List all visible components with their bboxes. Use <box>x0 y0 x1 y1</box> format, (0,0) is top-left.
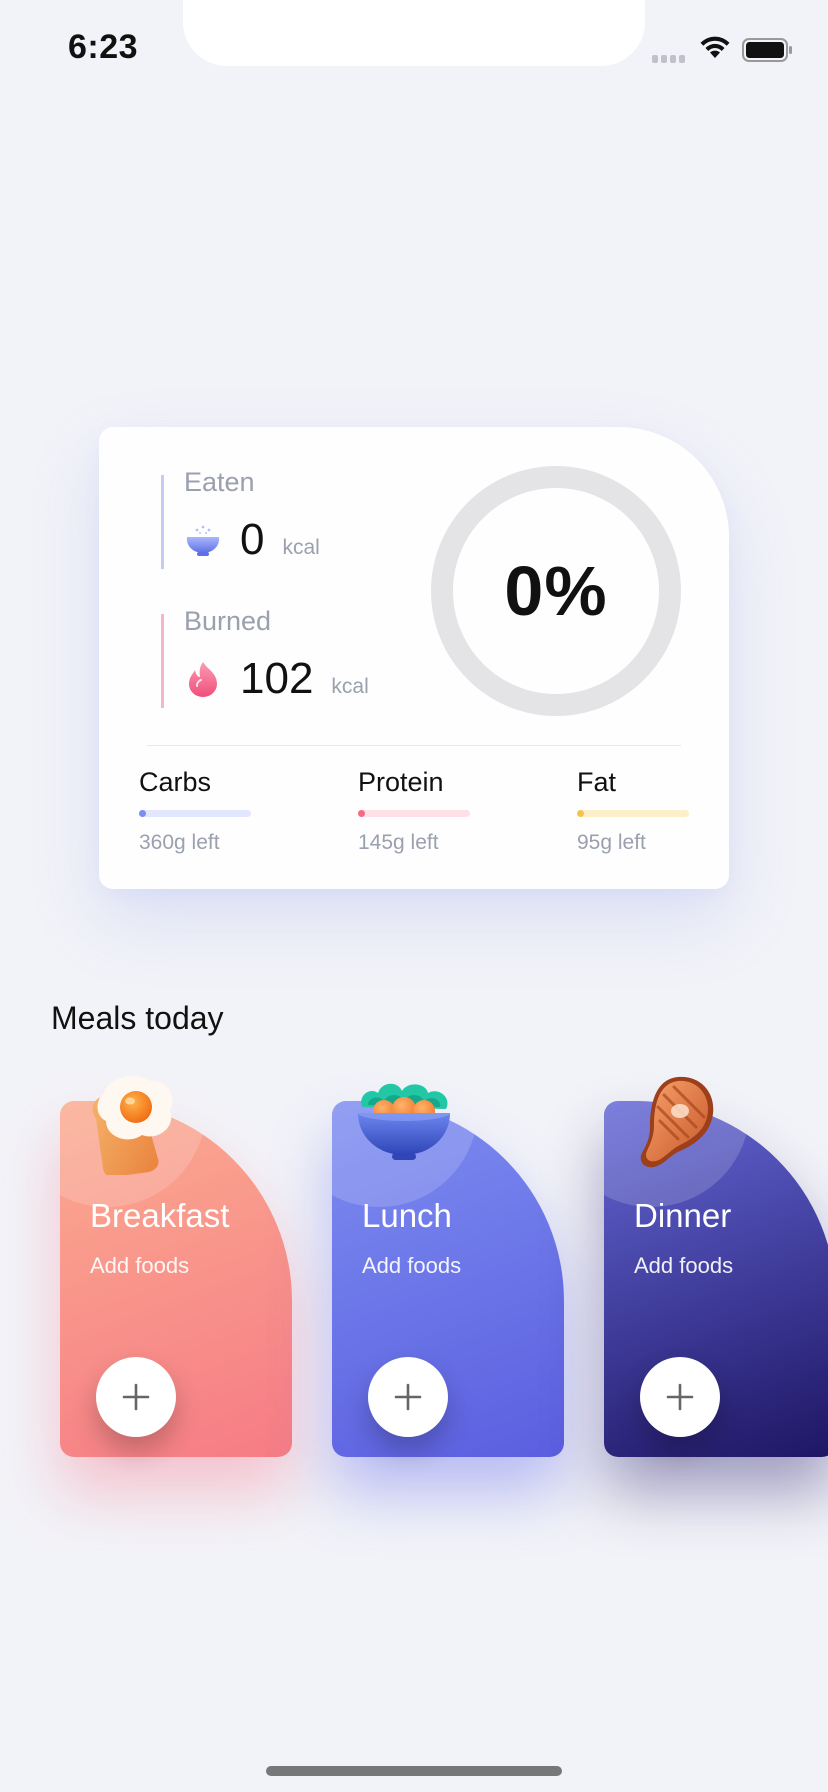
macro-progress-bar <box>358 810 470 817</box>
macro-remaining: 360g left <box>139 831 220 854</box>
macro-fat: Fat 95g left <box>577 761 737 855</box>
burned-value: 102 <box>240 654 314 703</box>
meal-subtitle: Add foods <box>634 1253 734 1278</box>
meal-title: Lunch <box>362 1197 452 1234</box>
progress-ring: 0% <box>430 465 682 717</box>
add-lunch-button[interactable] <box>368 1357 448 1437</box>
add-breakfast-button[interactable] <box>96 1357 176 1437</box>
notch <box>183 0 645 66</box>
meal-title: Dinner <box>634 1197 732 1234</box>
calorie-summary-card: Eaten 0 kcal Burned 102 kcal 0% Carbs 36… <box>99 427 729 889</box>
macro-name: Protein <box>358 767 444 797</box>
meal-subtitle: Add foods <box>90 1253 190 1278</box>
plus-icon <box>122 1383 150 1411</box>
status-time: 6:23 <box>68 28 139 66</box>
macro-name: Fat <box>577 767 617 797</box>
progress-percent: 0% <box>504 552 608 630</box>
steak-icon <box>640 1076 714 1168</box>
meal-card-dinner[interactable]: Dinner Add foods <box>604 1076 828 1457</box>
signal-icon <box>652 50 688 68</box>
macro-name: Carbs <box>139 767 212 797</box>
home-indicator[interactable] <box>266 1766 562 1776</box>
eaten-value: 0 <box>240 515 265 564</box>
burned-stat: Burned 102 kcal <box>161 606 369 708</box>
meals-section-title: Meals today <box>51 1000 224 1036</box>
burned-unit: kcal <box>331 675 369 698</box>
meal-subtitle: Add foods <box>362 1253 462 1278</box>
eaten-stat: Eaten 0 kcal <box>161 467 320 569</box>
add-dinner-button[interactable] <box>640 1357 720 1437</box>
eaten-unit: kcal <box>282 536 320 559</box>
macro-remaining: 95g left <box>577 831 646 854</box>
rice-bowl-icon <box>186 525 220 556</box>
macro-progress-bar <box>139 810 251 817</box>
meal-title: Breakfast <box>90 1197 230 1234</box>
macro-progress-bar <box>577 810 689 817</box>
plus-icon <box>394 1383 422 1411</box>
meal-card-lunch[interactable]: Lunch Add foods <box>332 1083 564 1457</box>
wifi-icon <box>700 36 730 58</box>
macro-carbs: Carbs 360g left <box>139 761 299 855</box>
eaten-label: Eaten <box>184 467 255 497</box>
salad-bowl-icon <box>358 1083 450 1160</box>
status-bar: 6:23 <box>0 0 828 100</box>
fried-egg-toast-icon <box>92 1076 173 1175</box>
macro-protein: Protein 145g left <box>358 761 518 855</box>
flame-icon <box>189 662 217 697</box>
burned-label: Burned <box>184 606 272 636</box>
plus-icon <box>666 1383 694 1411</box>
macro-remaining: 145g left <box>358 831 439 854</box>
battery-icon <box>742 38 792 62</box>
meal-card-breakfast[interactable]: Breakfast Add foods <box>60 1076 292 1457</box>
divider <box>147 745 681 746</box>
